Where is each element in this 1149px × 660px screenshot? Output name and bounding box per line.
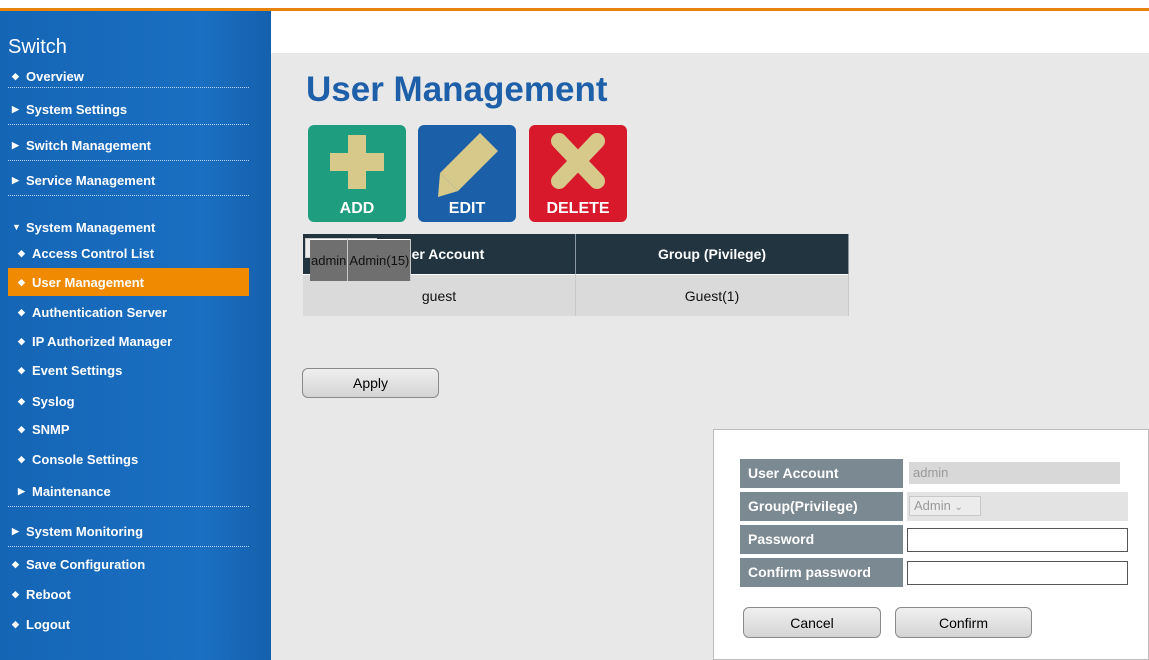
bullet-icon: ◆	[18, 306, 25, 317]
sidebar-brand: Switch	[8, 36, 67, 58]
delete-button[interactable]: DELETE	[529, 125, 627, 222]
confirm-password-label: Confirm password	[740, 558, 903, 587]
user-account-value: admin	[909, 462, 1120, 484]
sidebar-item-ip-authorized-manager[interactable]: ◆ IP Authorized Manager	[8, 328, 249, 354]
apply-button[interactable]: Apply	[302, 368, 439, 398]
sidebar-item-user-management[interactable]: ◆ User Management	[8, 268, 249, 296]
triangle-right-icon: ▶	[18, 486, 25, 496]
bullet-icon: ◆	[18, 276, 25, 287]
cell-account: admin	[310, 239, 349, 281]
sidebar-item-label: System Management	[26, 219, 156, 235]
confirm-button[interactable]: Confirm	[895, 607, 1032, 638]
bullet-icon: ◆	[18, 364, 25, 375]
bullet-icon: ◆	[18, 453, 25, 464]
bullet-icon: ◆	[18, 423, 25, 434]
triangle-down-icon: ▼	[12, 222, 21, 232]
sidebar-item-system-settings[interactable]: ▶ System Settings	[8, 95, 249, 125]
group-row: Group(Privilege) Admin ⌄	[740, 492, 1128, 521]
bullet-icon: ◆	[12, 588, 19, 599]
sidebar-item-label: System Monitoring	[26, 524, 144, 539]
sidebar-item-system-monitoring[interactable]: ▶ System Monitoring	[8, 517, 249, 547]
edit-user-dialog: User Account admin Group(Privilege) Admi…	[713, 429, 1149, 660]
sidebar-item-label: Service Management	[26, 173, 156, 188]
add-button[interactable]: ADD	[308, 125, 406, 222]
bullet-icon: ◆	[12, 618, 19, 629]
user-table: User Account Group (Pivilege) admin Admi…	[303, 234, 849, 316]
password-value-cell	[907, 525, 1128, 554]
sidebar-item-label: User Management	[32, 274, 144, 290]
sidebar-item-console-settings[interactable]: ◆ Console Settings	[8, 446, 249, 472]
sidebar-item-access-control-list[interactable]: ◆ Access Control List	[8, 240, 249, 266]
triangle-right-icon: ▶	[12, 526, 19, 536]
triangle-right-icon: ▶	[12, 140, 19, 150]
group-value-cell: Admin ⌄	[907, 492, 1128, 521]
confirm-password-input[interactable]	[907, 561, 1128, 585]
table-row[interactable]: admin Admin(15)	[305, 238, 412, 281]
sidebar-item-overview[interactable]: ◆ Overview	[8, 66, 249, 88]
password-label: Password	[740, 525, 903, 554]
page-title: User Management	[306, 70, 608, 109]
sidebar-item-event-settings[interactable]: ◆ Event Settings	[8, 357, 249, 383]
sidebar-item-save-configuration[interactable]: ◆ Save Configuration	[8, 551, 249, 577]
column-header-group: Group (Pivilege)	[575, 234, 849, 274]
group-label: Group(Privilege)	[740, 492, 903, 521]
bullet-icon: ◆	[18, 395, 25, 406]
user-account-value-cell: admin	[907, 459, 1128, 488]
bullet-icon: ◆	[18, 247, 25, 258]
sidebar-item-label: Authentication Server	[32, 304, 168, 320]
sidebar-item-service-management[interactable]: ▶ Service Management	[8, 166, 249, 196]
sidebar-item-label: Event Settings	[32, 362, 123, 378]
sidebar-item-label: Logout	[26, 616, 71, 632]
sidebar-item-label: SNMP	[32, 421, 70, 437]
cancel-button[interactable]: Cancel	[743, 607, 881, 638]
confirm-password-value-cell	[907, 558, 1128, 587]
group-select-value: Admin	[914, 498, 951, 513]
password-row: Password	[740, 525, 1128, 554]
triangle-right-icon: ▶	[12, 104, 19, 114]
confirm-password-row: Confirm password	[740, 558, 1128, 587]
sidebar-item-switch-management[interactable]: ▶ Switch Management	[8, 131, 249, 161]
sidebar-item-label: Switch Management	[26, 138, 151, 153]
sidebar-item-logout[interactable]: ◆ Logout	[8, 611, 249, 637]
sidebar-item-reboot[interactable]: ◆ Reboot	[8, 581, 249, 607]
sidebar-item-snmp[interactable]: ◆ SNMP	[8, 416, 249, 442]
bullet-icon: ◆	[12, 558, 19, 569]
password-input[interactable]	[907, 528, 1128, 552]
user-account-label: User Account	[740, 459, 903, 488]
add-button-label: ADD	[339, 200, 375, 217]
sidebar-item-label: Console Settings	[32, 451, 139, 467]
sidebar-item-label: Overview	[26, 69, 84, 84]
sidebar-item-label: Save Configuration	[26, 556, 146, 572]
sidebar-item-label: IP Authorized Manager	[32, 333, 173, 349]
sidebar-item-label: Syslog	[32, 393, 75, 409]
sidebar-item-maintenance[interactable]: ▶ Maintenance	[8, 477, 249, 507]
sidebar: Switch ◆ Overview ▶ System Settings ▶ Switc…	[0, 11, 271, 660]
user-account-row: User Account admin	[740, 459, 1128, 488]
sidebar-item-syslog[interactable]: ◆ Syslog	[8, 388, 249, 414]
edit-button[interactable]: EDIT	[418, 125, 516, 222]
sidebar-item-system-management[interactable]: ▼ System Management	[8, 214, 249, 240]
sidebar-item-label: Access Control List	[32, 245, 155, 261]
bullet-icon: ◆	[18, 335, 25, 346]
edit-button-label: EDIT	[448, 200, 486, 217]
delete-button-label: DELETE	[546, 200, 610, 217]
triangle-right-icon: ▶	[12, 175, 19, 185]
chevron-down-icon: ⌄	[954, 502, 963, 513]
cell-group: Admin(15)	[347, 239, 412, 281]
group-select[interactable]: Admin ⌄	[909, 496, 981, 516]
bullet-icon: ◆	[12, 71, 19, 81]
sidebar-item-label: Reboot	[26, 586, 71, 602]
cell-group: Guest(1)	[575, 274, 849, 316]
sidebar-item-label: Maintenance	[32, 484, 111, 499]
sidebar-item-label: System Settings	[26, 102, 128, 117]
sidebar-item-authentication-server[interactable]: ◆ Authentication Server	[8, 299, 249, 325]
